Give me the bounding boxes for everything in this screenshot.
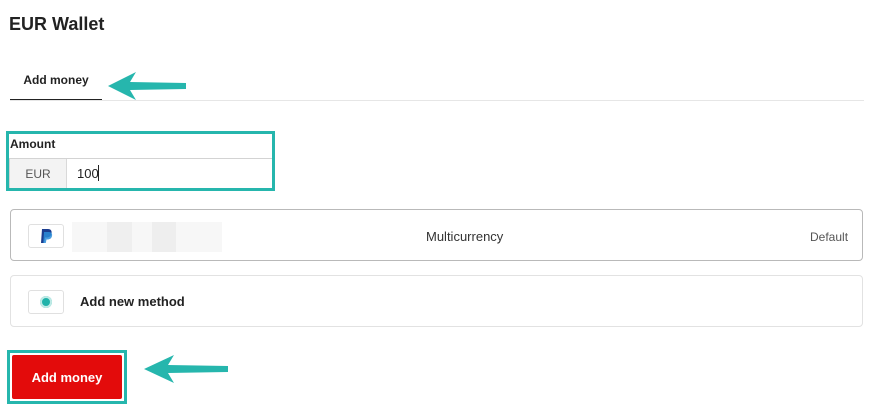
teal-dot-icon xyxy=(40,296,52,308)
add-new-method-label: Add new method xyxy=(80,294,185,309)
annotation-arrow-icon xyxy=(142,352,230,386)
tab-label: Add money xyxy=(23,73,89,87)
tab-add-money[interactable]: Add money xyxy=(10,62,102,100)
page-title: EUR Wallet xyxy=(9,14,105,34)
annotation-highlight-button xyxy=(7,350,127,404)
annotation-arrow-icon xyxy=(106,69,188,103)
add-method-icon xyxy=(28,290,64,314)
default-badge: Default xyxy=(810,230,849,244)
payment-method-name: Multicurrency xyxy=(426,229,504,244)
annotation-highlight-amount xyxy=(6,131,275,191)
paypal-icon xyxy=(28,224,64,248)
masked-account-details xyxy=(72,222,222,252)
